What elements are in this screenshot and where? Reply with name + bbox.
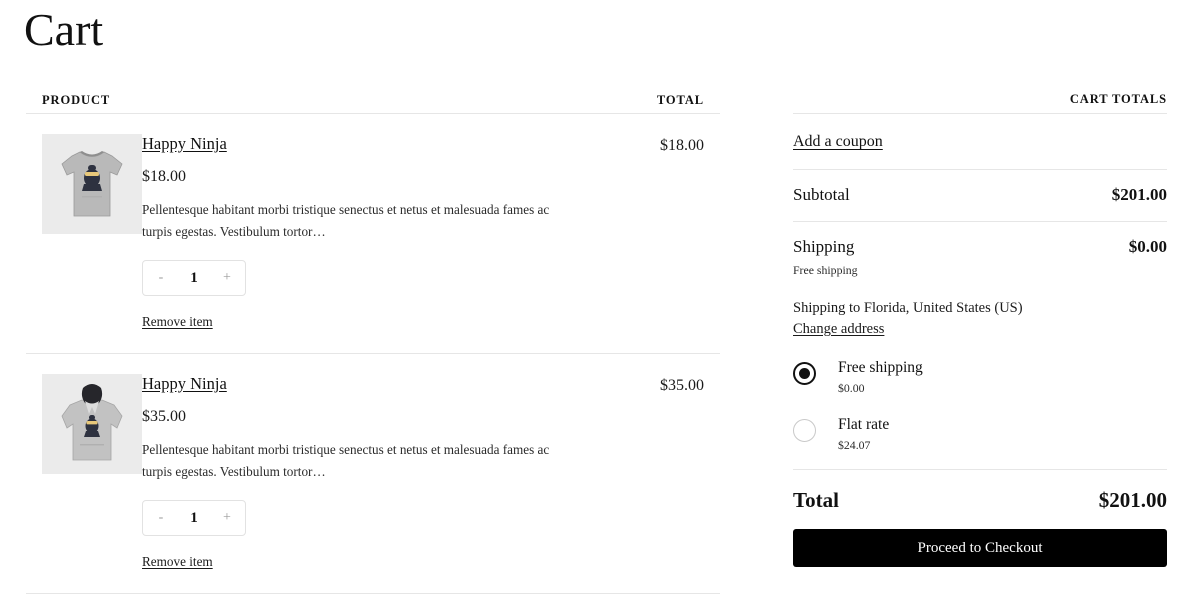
radio-selected-icon[interactable]: [793, 362, 816, 385]
table-row: Happy Ninja $18.00 Pellentesque habitant…: [26, 114, 720, 354]
product-info-cell: Happy Ninja $18.00 Pellentesque habitant…: [142, 134, 610, 331]
cart-items-table: PRODUCT TOTAL Happy Ninja $18.00 Pellent…: [26, 84, 720, 594]
hoodie-thumbnail[interactable]: [42, 374, 142, 474]
shipping-option-label: Flat rate: [838, 416, 890, 433]
change-address-link[interactable]: Change address: [793, 319, 884, 339]
column-header-total: TOTAL: [656, 93, 704, 107]
product-name-link[interactable]: Happy Ninja: [142, 134, 227, 154]
shipping-destination: Shipping to Florida, United States (US): [793, 300, 1023, 316]
grand-total-label: Total: [793, 488, 839, 512]
product-description: Pellentesque habitant morbi tristique se…: [142, 202, 550, 239]
quantity-increase-button[interactable]: +: [220, 511, 234, 525]
remove-item-link[interactable]: Remove item: [142, 314, 213, 330]
quantity-stepper[interactable]: - 1 +: [142, 500, 246, 536]
product-description: Pellentesque habitant morbi tristique se…: [142, 442, 550, 479]
shipping-option-flat-rate[interactable]: Flat rate $24.07: [793, 414, 1167, 453]
column-header-product: PRODUCT: [42, 93, 111, 107]
quantity-value[interactable]: 1: [190, 270, 198, 286]
cart-page: Cart PRODUCT TOTAL Happy Ninja $18.00 Pe…: [0, 0, 1204, 616]
remove-item-link[interactable]: Remove item: [142, 554, 213, 570]
product-info-cell: Happy Ninja $35.00 Pellentesque habitant…: [142, 374, 610, 571]
add-coupon-link[interactable]: Add a coupon: [793, 132, 883, 152]
product-unit-price: $18.00: [142, 168, 186, 185]
shipping-option-cost: $24.07: [838, 438, 871, 452]
table-row: Happy Ninja $35.00 Pellentesque habitant…: [26, 354, 720, 594]
shipping-row: Shipping $0.00 Free shipping Shipping to…: [793, 222, 1167, 470]
subtotal-label: Subtotal: [793, 185, 850, 204]
radio-unselected-icon[interactable]: [793, 419, 816, 442]
shipping-method-note: Free shipping: [793, 263, 858, 277]
tshirt-thumbnail[interactable]: [42, 134, 142, 234]
quantity-stepper[interactable]: - 1 +: [142, 260, 246, 296]
quantity-decrease-button[interactable]: -: [154, 511, 168, 525]
proceed-to-checkout-button[interactable]: Proceed to Checkout: [793, 529, 1167, 567]
grand-total-row: Total $201.00: [793, 470, 1167, 529]
grand-total-value: $201.00: [1098, 488, 1167, 512]
product-name-link[interactable]: Happy Ninja: [142, 374, 227, 394]
quantity-value[interactable]: 1: [190, 510, 198, 526]
line-item-total: $18.00: [660, 137, 704, 154]
product-thumbnail-cell: [26, 374, 142, 474]
shipping-label: Shipping: [793, 237, 855, 256]
shipping-value: $0.00: [1128, 237, 1167, 256]
shipping-options-group: Free shipping $0.00 Flat rate $24.07: [793, 357, 1167, 453]
coupon-row: Add a coupon: [793, 114, 1167, 170]
cart-totals-panel: CART TOTALS Add a coupon Subtotal $201.0…: [793, 84, 1167, 567]
line-item-total: $35.00: [660, 377, 704, 394]
shipping-option-label: Free shipping: [838, 359, 923, 376]
cart-totals-heading: CART TOTALS: [793, 84, 1167, 114]
shipping-option-free-shipping[interactable]: Free shipping $0.00: [793, 357, 1167, 396]
page-title: Cart: [24, 4, 104, 55]
subtotal-value: $201.00: [1111, 185, 1167, 204]
shipping-option-cost: $0.00: [838, 381, 865, 395]
product-unit-price: $35.00: [142, 408, 186, 425]
product-thumbnail-cell: [26, 134, 142, 234]
quantity-decrease-button[interactable]: -: [154, 271, 168, 285]
quantity-increase-button[interactable]: +: [220, 271, 234, 285]
subtotal-row: Subtotal $201.00: [793, 170, 1167, 222]
cart-table-header: PRODUCT TOTAL: [26, 84, 720, 114]
